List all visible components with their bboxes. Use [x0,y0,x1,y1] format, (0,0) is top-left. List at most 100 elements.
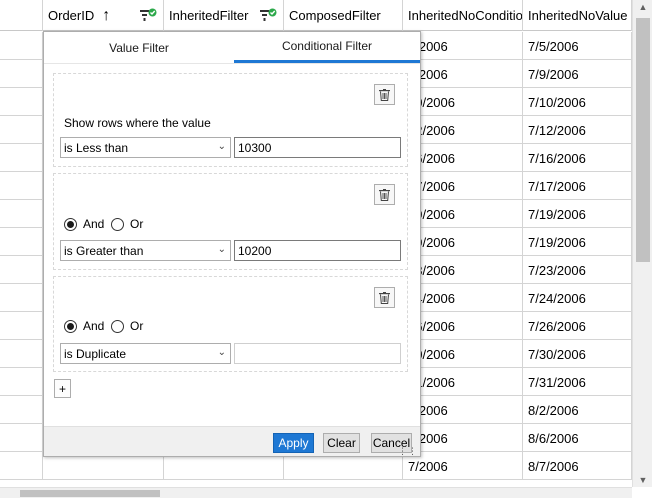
column-header-inheritedfilter[interactable]: InheritedFilter [164,0,284,31]
table-cell[interactable]: 7/24/2006 [523,284,632,312]
condition-operator-select[interactable]: is Less than ⌄ [60,137,231,158]
operator-value: is Less than [64,140,129,155]
column-header-composedfilter[interactable]: ComposedFilter [284,0,403,31]
filter-active-icon[interactable] [260,8,277,23]
table-cell[interactable]: 7/12/2006 [523,116,632,144]
tab-value-filter[interactable]: Value Filter [44,32,234,63]
scroll-up-arrow-icon[interactable]: ▲ [638,2,648,12]
table-cell[interactable]: 19/2006 [403,200,523,228]
column-header-label: InheritedNoValue [528,8,628,23]
row-header[interactable] [0,144,43,172]
row-header[interactable] [0,424,43,452]
scrollbar-thumb[interactable] [20,490,160,497]
column-header-label: OrderID [48,8,95,23]
scrollbar-thumb[interactable] [636,18,650,262]
condition-value-input[interactable]: 10300 [234,137,401,158]
column-header-inheritednocondition[interactable]: InheritedNoConditio [403,0,523,31]
table-cell[interactable]: 7/2006 [403,452,523,480]
table-cell[interactable]: 7/5/2006 [523,32,632,60]
row-header[interactable] [0,452,43,480]
radio-selected-icon [64,319,77,333]
condition-value-input[interactable]: 10200 [234,240,401,261]
add-condition-button[interactable]: + [54,379,71,398]
table-cell[interactable]: 8/6/2006 [523,424,632,452]
table-cell[interactable]: 12/2006 [403,116,523,144]
delete-condition-button[interactable] [374,287,395,308]
table-cell[interactable]: 16/2006 [403,144,523,172]
scroll-down-arrow-icon[interactable]: ▼ [638,475,648,485]
condition-operator-select[interactable]: is Greater than ⌄ [60,240,231,261]
chevron-down-icon: ⌄ [217,244,226,255]
table-cell[interactable]: 7/9/2006 [523,60,632,88]
tab-divider [44,63,420,64]
condition-operator-select[interactable]: is Duplicate ⌄ [60,343,231,364]
trash-icon [379,88,390,101]
resize-grip-icon[interactable]: ⋮⋮ [398,447,418,456]
logic-or-radio[interactable]: Or [111,217,143,231]
table-cell[interactable]: 7/23/2006 [523,256,632,284]
row-header[interactable] [0,88,43,116]
delete-condition-button[interactable] [374,84,395,105]
table-cell[interactable]: 7/31/2006 [523,368,632,396]
popup-footer: Apply Clear Cancel ⋮⋮ [44,426,420,456]
tab-conditional-filter[interactable]: Conditional Filter [234,32,420,63]
row-header[interactable] [0,368,43,396]
table-cell[interactable]: 19/2006 [403,228,523,256]
row-header[interactable] [0,60,43,88]
row-header[interactable] [0,172,43,200]
row-header[interactable] [0,200,43,228]
table-cell[interactable]: 7/26/2006 [523,312,632,340]
row-header[interactable] [0,228,43,256]
logic-and-radio[interactable]: And [64,319,104,333]
column-header-label: InheritedFilter [169,8,249,23]
table-cell[interactable]: 7/17/2006 [523,172,632,200]
trash-icon [379,188,390,201]
table-cell[interactable]: 23/2006 [403,256,523,284]
horizontal-scrollbar[interactable] [0,487,632,498]
filter-popup: Value Filter Conditional Filter Show row… [43,31,421,457]
table-cell[interactable]: 7/16/2006 [523,144,632,172]
table-cell[interactable]: 26/2006 [403,312,523,340]
table-cell[interactable]: 17/2006 [403,172,523,200]
table-cell[interactable]: 7/30/2006 [523,340,632,368]
table-cell[interactable]: 31/2006 [403,368,523,396]
table-cell[interactable]: 5/2006 [403,32,523,60]
radio-unselected-icon [111,319,124,333]
table-cell[interactable]: 9/2006 [403,60,523,88]
row-header[interactable] [0,256,43,284]
logic-and-radio[interactable]: And [64,217,104,231]
row-header[interactable] [0,396,43,424]
table-cell[interactable]: 2/2006 [403,396,523,424]
radio-label: And [83,217,105,231]
table-cell[interactable]: 8/2/2006 [523,396,632,424]
chevron-down-icon: ⌄ [217,347,226,358]
row-header[interactable] [0,284,43,312]
column-header-inheritednovalue[interactable]: InheritedNoValue [523,0,632,31]
delete-condition-button[interactable] [374,184,395,205]
row-header[interactable] [0,340,43,368]
table-cell[interactable]: 10/2006 [403,88,523,116]
condition-block-1: Show rows where the value is Less than ⌄… [53,73,408,167]
table-cell[interactable]: 5/2006 [403,424,523,452]
grid-header: OrderID ↑ InheritedFilter ComposedFilter [0,0,632,31]
table-cell[interactable]: 30/2006 [403,340,523,368]
radio-label: And [83,319,105,333]
column-header-orderid[interactable]: OrderID ↑ [43,0,164,31]
apply-button[interactable]: Apply [273,433,314,453]
logic-or-radio[interactable]: Or [111,319,143,333]
column-header-label: ComposedFilter [289,8,381,23]
table-cell[interactable]: 7/19/2006 [523,200,632,228]
condition-value-input [234,343,401,364]
row-header[interactable] [0,312,43,340]
clear-button[interactable]: Clear [323,433,360,453]
table-cell[interactable]: 24/2006 [403,284,523,312]
table-cell[interactable]: 7/19/2006 [523,228,632,256]
row-header[interactable] [0,116,43,144]
table-cell[interactable]: 8/7/2006 [523,452,632,480]
row-header[interactable] [0,32,43,60]
filter-active-icon[interactable] [140,8,157,23]
vertical-scrollbar[interactable]: ▲ ▼ [632,0,652,487]
table-cell[interactable]: 7/10/2006 [523,88,632,116]
operator-value: is Greater than [64,243,144,258]
condition-block-3: And Or is Duplicate ⌄ [53,276,408,372]
